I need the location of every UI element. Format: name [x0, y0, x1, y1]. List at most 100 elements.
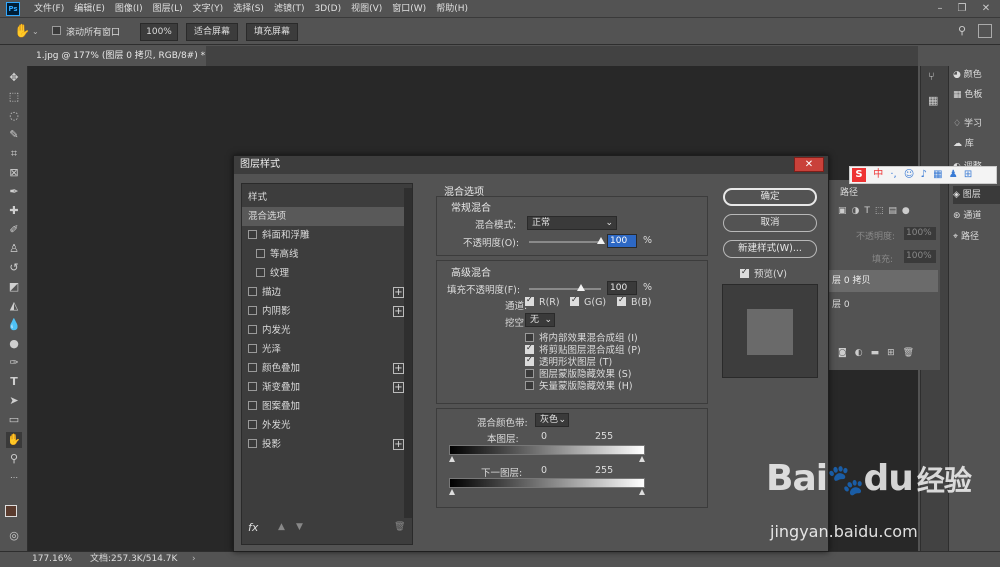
this-layer-black-marker[interactable] [449, 456, 455, 462]
effect-item[interactable]: 内发光 [242, 321, 404, 340]
preview-checkbox[interactable]: 预览(V) [740, 266, 787, 280]
checkbox-icon[interactable] [248, 401, 257, 410]
channel-g-checkbox[interactable]: G(G) [570, 295, 606, 308]
panel-libraries[interactable]: ☁ 库 [953, 135, 1000, 153]
checkbox-icon[interactable] [248, 287, 257, 296]
checkbox-icon[interactable] [248, 325, 257, 334]
checkbox-icon[interactable] [617, 295, 626, 306]
add-effect-icon[interactable]: + [393, 306, 404, 317]
dialog-close-button[interactable]: ✕ [794, 157, 824, 172]
checkbox-icon[interactable] [248, 344, 257, 353]
folder-icon[interactable]: ▬ [871, 348, 880, 358]
move-down-icon[interactable]: ▼ [296, 522, 303, 532]
trash-icon[interactable]: 🗑 [903, 348, 914, 358]
opacity-input[interactable]: 100 [607, 234, 637, 248]
blur-tool-icon[interactable]: 💧 [6, 317, 22, 333]
checkbox-icon[interactable] [248, 439, 257, 448]
adjustment-layer-icon[interactable]: ◐ [855, 348, 863, 358]
zoom-100-button[interactable]: 100% [140, 23, 178, 41]
blend-mode-select[interactable]: 正常 ⌄ [527, 216, 617, 230]
add-effect-icon[interactable]: + [393, 363, 404, 374]
paths-tab[interactable]: 路径 [840, 185, 858, 198]
fx-icon[interactable]: fx [248, 521, 258, 534]
quick-select-tool-icon[interactable]: ✎ [6, 127, 22, 143]
checkbox-icon[interactable] [525, 295, 534, 306]
pen-tool-icon[interactable]: ✑ [6, 355, 22, 371]
fill-opacity-slider[interactable] [529, 288, 601, 290]
lasso-tool-icon[interactable]: ◌ [6, 108, 22, 124]
checkbox-icon[interactable] [256, 249, 265, 258]
menu-item[interactable]: 视图(V) [351, 0, 382, 18]
channel-r-checkbox[interactable]: R(R) [525, 295, 560, 308]
menu-item[interactable]: 文件(F) [34, 0, 64, 18]
dodge-tool-icon[interactable]: ● [6, 336, 22, 352]
chevron-down-icon[interactable]: ⌄ [32, 27, 39, 36]
menu-item[interactable]: 帮助(H) [436, 0, 468, 18]
menu-item[interactable]: 图像(I) [115, 0, 143, 18]
underlying-white-marker[interactable] [639, 489, 645, 495]
layer-row[interactable]: 层 0 [828, 294, 938, 316]
ime-menu-icon[interactable]: ⊞ [964, 169, 972, 180]
scroll-all-windows-checkbox[interactable]: 滚动所有窗口 [52, 25, 120, 38]
crop-tool-icon[interactable]: ⌗ [6, 146, 22, 162]
ok-button[interactable]: 确定 [723, 188, 817, 206]
blend-if-select[interactable]: 灰色 ⌄ [535, 413, 569, 427]
menu-item[interactable]: 文字(Y) [193, 0, 224, 18]
effect-item[interactable]: 光泽 [242, 340, 404, 359]
checkbox-icon[interactable] [248, 420, 257, 429]
ime-mode[interactable]: 中 [873, 169, 883, 180]
add-effect-icon[interactable]: + [393, 382, 404, 393]
menu-item[interactable]: 编辑(E) [74, 0, 105, 18]
panel-channels[interactable]: ⊛ 通道 [953, 207, 1000, 225]
eyedropper-tool-icon[interactable]: ✒ [6, 184, 22, 200]
menu-item[interactable]: 3D(D) [314, 0, 341, 18]
effect-item[interactable]: 纹理 [242, 264, 404, 283]
fill-opacity-input[interactable]: 100 [607, 281, 637, 295]
checkbox-icon[interactable] [525, 381, 534, 390]
filter-smart-icon[interactable]: ▤ [888, 206, 897, 220]
marquee-tool-icon[interactable]: ⬚ [6, 89, 22, 105]
menu-item[interactable]: 图层(L) [153, 0, 183, 18]
effect-item[interactable]: 内阴影 + [242, 302, 404, 321]
move-tool-icon[interactable]: ✥ [6, 70, 22, 86]
ime-keyboard-icon[interactable]: ▦ [933, 169, 942, 180]
ime-voice-icon[interactable]: ♪ [921, 169, 927, 180]
rectangle-tool-icon[interactable]: ▭ [6, 412, 22, 428]
search-icon[interactable]: ⚲ [958, 24, 966, 37]
layer-opacity-input[interactable]: 100% [904, 227, 936, 240]
panel-swatches[interactable]: ▦ 色板 [953, 86, 1000, 104]
menu-item[interactable]: 滤镜(T) [274, 0, 305, 18]
zoom-tool-icon[interactable]: ⚲ [6, 451, 22, 467]
filter-type-icon[interactable]: T [864, 206, 870, 220]
cancel-button[interactable]: 取消 [723, 214, 817, 232]
close-window-icon[interactable]: ✕ [976, 0, 996, 18]
blend-options-item[interactable]: 混合选项 [242, 207, 404, 226]
status-zoom[interactable]: 177.16% [32, 552, 72, 567]
ime-emoji-icon[interactable]: ☺ [904, 169, 914, 180]
menu-item[interactable]: 选择(S) [233, 0, 264, 18]
workspace-icon[interactable] [978, 24, 992, 38]
effect-item[interactable]: 斜面和浮雕 [242, 226, 404, 245]
document-tab[interactable]: 1.jpg @ 177% (图层 0 拷贝, RGB/8#) * × [28, 46, 206, 81]
knockout-select[interactable]: 无 ⌄ [525, 313, 555, 327]
checkbox-icon[interactable] [525, 355, 534, 366]
mask-icon[interactable]: ◙ [838, 348, 847, 358]
effect-item[interactable]: 描边 + [242, 283, 404, 302]
fill-opacity-thumb[interactable] [577, 284, 585, 291]
checkbox-icon[interactable] [52, 26, 61, 35]
hand-tool-icon[interactable]: ✋ [6, 432, 22, 448]
path-select-icon[interactable]: ➤ [6, 393, 22, 409]
foreground-color-swatch[interactable] [5, 505, 17, 517]
healing-brush-icon[interactable]: ✚ [6, 203, 22, 219]
frame-tool-icon[interactable]: ⊠ [6, 165, 22, 181]
properties-icon[interactable]: ▦ [928, 94, 938, 107]
checkbox-icon[interactable] [248, 382, 257, 391]
styles-header[interactable]: 样式 [242, 188, 404, 207]
filter-toggle-icon[interactable]: ● [902, 206, 910, 220]
ime-punct-icon[interactable]: ·, [890, 169, 896, 180]
effect-item[interactable]: 渐变叠加 + [242, 378, 404, 397]
history-brush-icon[interactable]: ↺ [6, 260, 22, 276]
brush-tool-icon[interactable]: ✐ [6, 222, 22, 238]
checkbox-icon[interactable] [525, 343, 534, 354]
checkbox-icon[interactable] [570, 295, 579, 306]
